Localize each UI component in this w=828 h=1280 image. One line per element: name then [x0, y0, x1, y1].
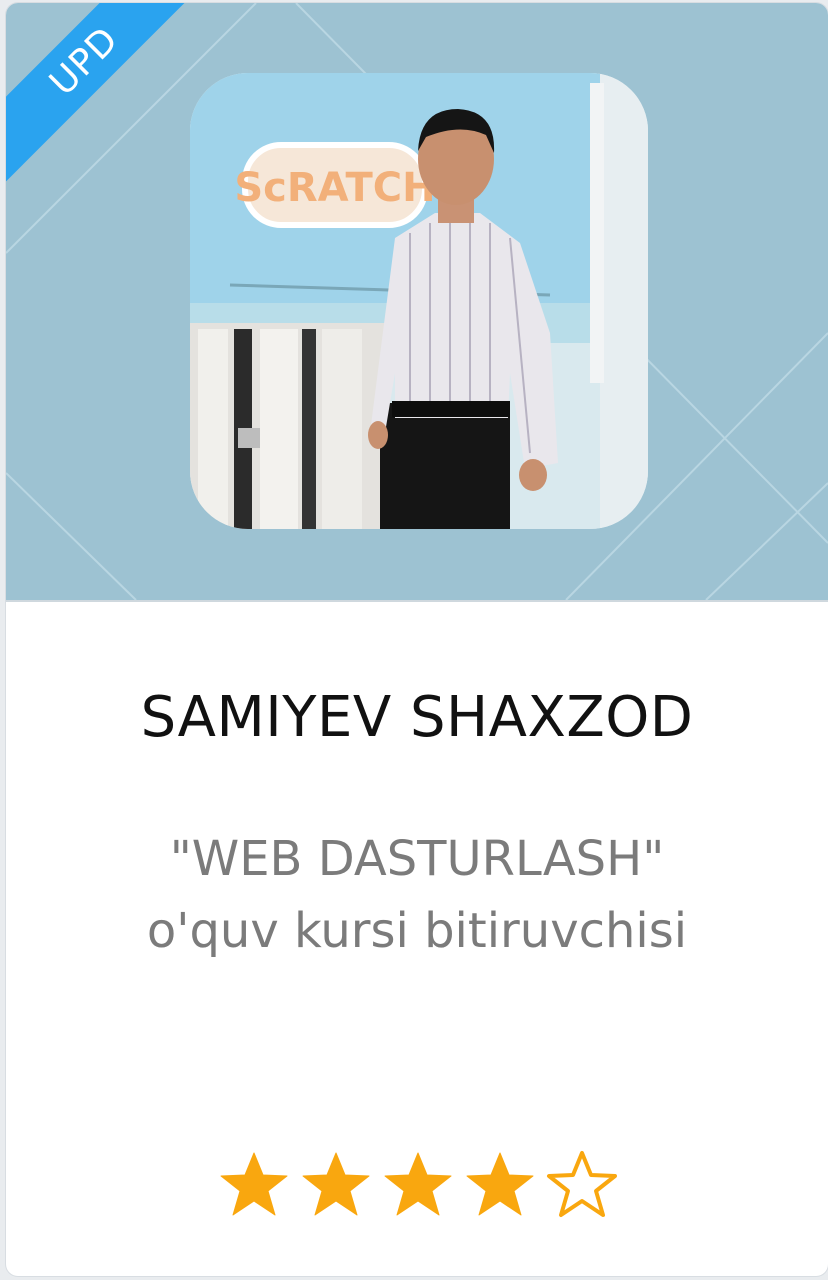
star-filled-icon	[218, 1149, 290, 1221]
course-description: o'quv kursi bitiruvchisi	[146, 903, 688, 959]
card-info: SAMIYEV SHAXZOD "WEB DASTURLASH" o'quv k…	[6, 603, 828, 1276]
graduate-course: "WEB DASTURLASH" o'quv kursi bitiruvchis…	[6, 823, 828, 967]
graduate-card: UPD ScRATCH SAMIYEV SHAXZOD "WEB DASTURL…	[6, 3, 828, 1276]
svg-text:ScRATCH: ScRATCH	[234, 165, 435, 211]
star-filled-icon	[464, 1149, 536, 1221]
profile-photo-image: ScRATCH	[190, 73, 648, 529]
star-filled-icon	[382, 1149, 454, 1221]
star-outline-icon	[546, 1149, 618, 1221]
star-filled-icon	[300, 1149, 372, 1221]
card-hero: UPD ScRATCH	[6, 3, 828, 602]
graduate-name: SAMIYEV SHAXZOD	[140, 685, 694, 750]
profile-photo: ScRATCH	[190, 73, 648, 529]
star-rating	[218, 1149, 618, 1221]
course-name: "WEB DASTURLASH"	[169, 831, 665, 887]
